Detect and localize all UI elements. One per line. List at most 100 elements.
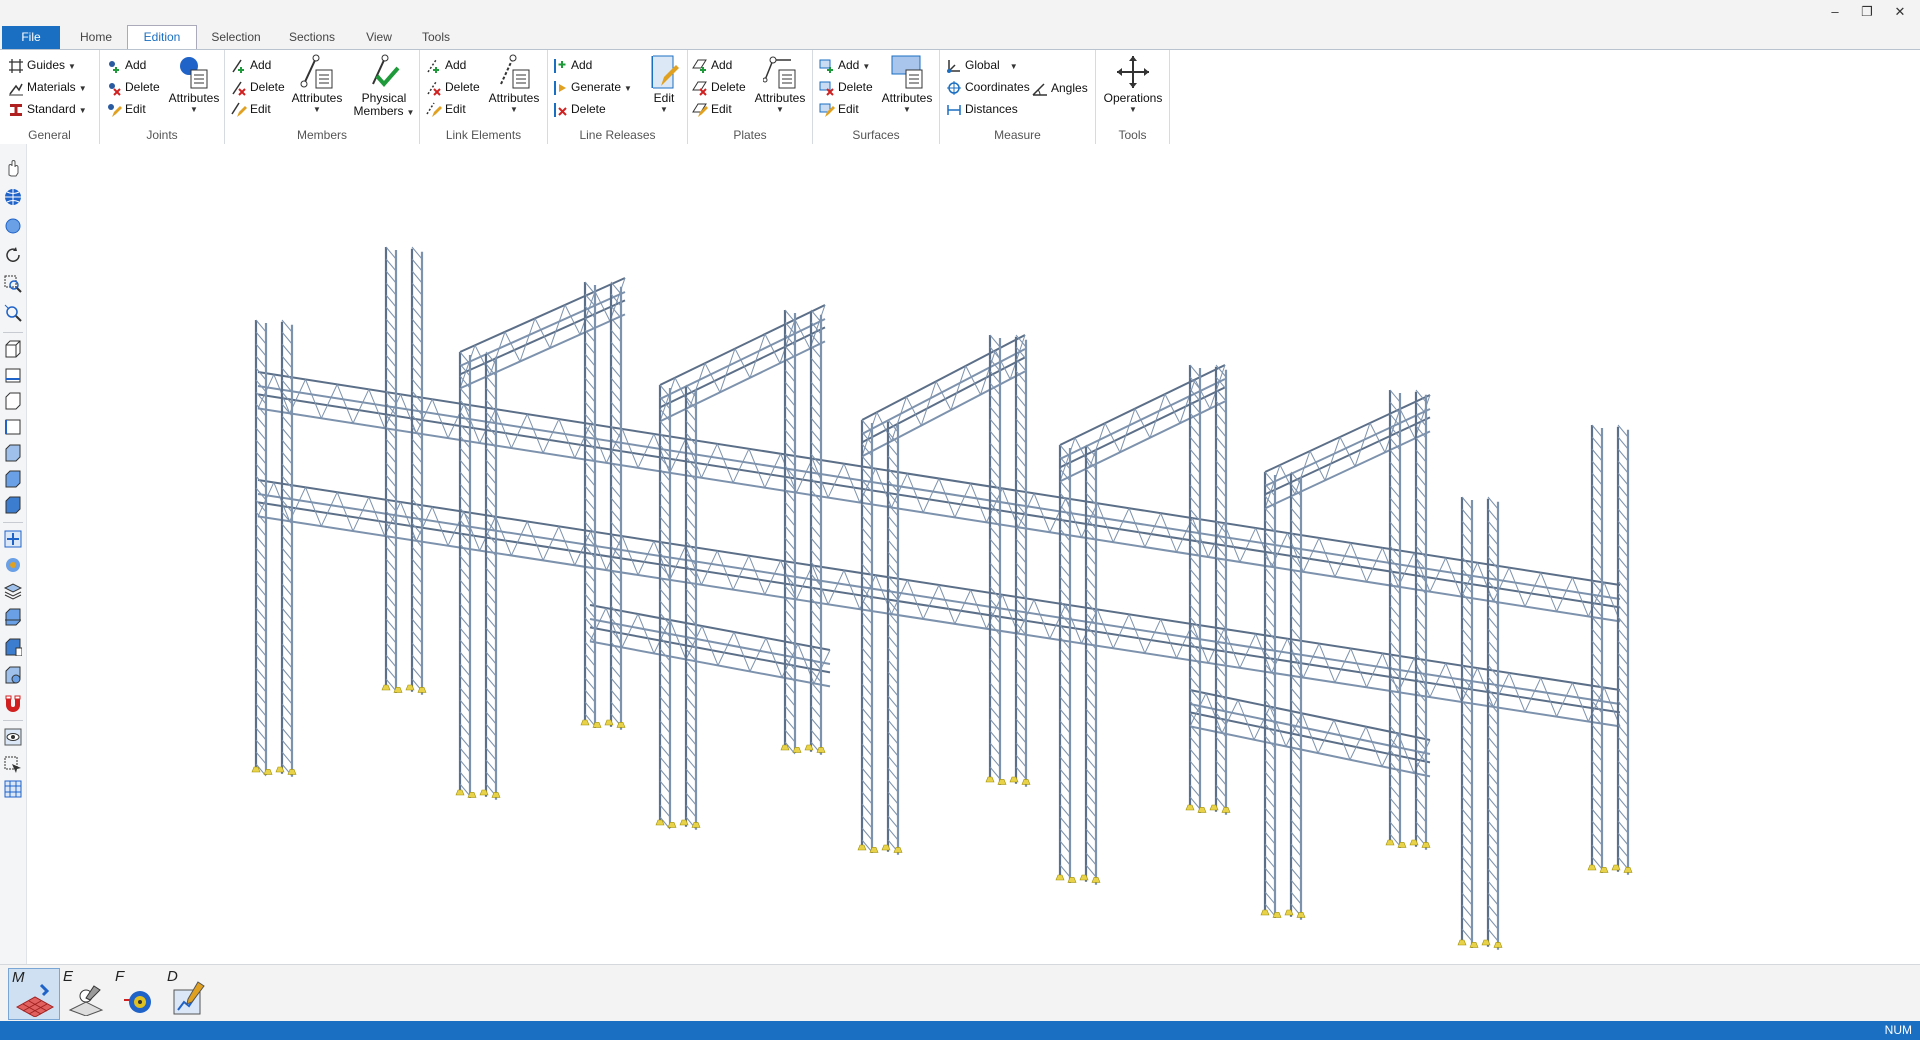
select-pointer-icon[interactable] — [4, 756, 22, 774]
coordinates-button[interactable]: Coordinates — [946, 77, 1030, 97]
close-button[interactable]: ✕ — [1885, 2, 1915, 22]
magnet-snap-icon[interactable] — [4, 694, 22, 712]
distances-icon — [946, 102, 962, 118]
visibility-icon[interactable] — [4, 728, 22, 746]
edit-surface-icon — [819, 102, 835, 118]
global-button[interactable]: Global ▼ — [946, 55, 1018, 75]
joints-attributes-button[interactable]: Attributes ▼ — [164, 54, 224, 114]
tab-edition[interactable]: Edition — [127, 25, 197, 50]
separator — [3, 522, 23, 523]
group-label: Measure — [994, 128, 1041, 142]
add-member-icon — [231, 58, 247, 74]
section-box-icon[interactable] — [4, 608, 22, 626]
edit-link-icon — [426, 102, 442, 118]
tab-selection[interactable]: Selection — [200, 26, 272, 48]
truss-column — [381, 246, 427, 695]
tab-tools[interactable]: Tools — [412, 26, 460, 48]
view-side-icon[interactable] — [4, 392, 22, 410]
joints-delete-button[interactable]: Delete — [106, 77, 160, 97]
joints-add-button[interactable]: Add — [106, 55, 146, 75]
standard-button[interactable]: Standard ▼ — [8, 99, 87, 119]
members-attributes-button[interactable]: Attributes ▼ — [285, 54, 349, 114]
separator — [3, 720, 23, 721]
mode-model[interactable]: M — [8, 968, 60, 1020]
operations-button[interactable]: Operations ▼ — [1098, 54, 1168, 114]
group-label: Surfaces — [852, 128, 900, 142]
grid-select-icon[interactable] — [4, 780, 22, 798]
add-surface-icon — [819, 58, 835, 74]
plates-edit-button[interactable]: Edit — [692, 99, 732, 119]
tab-home[interactable]: Home — [66, 26, 126, 48]
zoom-window-icon[interactable] — [4, 275, 22, 293]
tab-view[interactable]: View — [352, 26, 406, 48]
plates-attributes-button[interactable]: Attributes ▼ — [748, 54, 812, 114]
tab-sections[interactable]: Sections — [278, 26, 346, 48]
surfaces-attributes-button[interactable]: Attributes ▼ — [875, 54, 939, 114]
mode-edition[interactable]: E — [60, 968, 110, 1018]
arch-truss-beam — [659, 304, 826, 423]
surfaces-add-button[interactable]: Add ▼ — [819, 55, 870, 75]
link-add-button[interactable]: Add — [426, 55, 466, 75]
physical-members-button[interactable]: Physical Members ▼ — [351, 54, 417, 119]
plates-add-button[interactable]: Add — [692, 55, 732, 75]
release-delete-button[interactable]: Delete — [552, 99, 606, 119]
truss-structure-3d-model[interactable] — [27, 144, 1920, 964]
surfaces-edit-button[interactable]: Edit — [819, 99, 859, 119]
edit-plate-icon — [692, 102, 708, 118]
ribbon: Guides ▼ Materials ▼ Standard ▼ General Add… — [0, 49, 1920, 145]
mode-forces[interactable]: F — [112, 968, 162, 1018]
view-3d-icon[interactable] — [4, 340, 22, 358]
view-front-icon[interactable] — [4, 366, 22, 384]
edit-release-icon — [647, 54, 681, 90]
mode-design[interactable]: D — [164, 968, 214, 1018]
add-plate-icon — [692, 58, 708, 74]
guides-button[interactable]: Guides ▼ — [8, 55, 76, 75]
distances-button[interactable]: Distances — [946, 99, 1018, 119]
release-generate-button[interactable]: Generate ▼ — [552, 77, 632, 97]
group-surfaces: Add ▼ Delete Edit Attributes ▼ Surfaces — [813, 50, 940, 144]
materials-button[interactable]: Materials ▼ — [8, 77, 87, 97]
group-line-releases: Add Generate ▼ Delete Edit ▼ Line Releases — [548, 50, 688, 144]
view-toolbar — [0, 144, 27, 964]
group-plates: Add Delete Edit Attributes ▼ Plates — [688, 50, 813, 144]
render-settings-icon[interactable] — [4, 556, 22, 574]
joints-edit-button[interactable]: Edit — [106, 99, 146, 119]
edit-joint-icon — [106, 102, 122, 118]
link-attributes-icon — [497, 54, 531, 90]
link-edit-button[interactable]: Edit — [426, 99, 466, 119]
surfaces-delete-button[interactable]: Delete — [819, 77, 873, 97]
link-attributes-button[interactable]: Attributes ▼ — [482, 54, 546, 114]
move-arrows-icon — [1116, 54, 1150, 90]
pan-hand-icon[interactable] — [4, 159, 22, 177]
rotate-icon[interactable] — [4, 246, 22, 264]
view-iso-back-icon[interactable] — [4, 496, 22, 514]
tab-file[interactable]: File — [2, 26, 60, 49]
release-add-button[interactable]: Add — [552, 55, 592, 75]
angles-button[interactable]: Angles — [1032, 78, 1088, 98]
group-label: Joints — [146, 128, 178, 142]
delete-joint-icon — [106, 80, 122, 96]
angles-icon — [1032, 81, 1048, 97]
release-edit-button[interactable]: Edit ▼ — [644, 54, 684, 114]
truss-column — [1587, 424, 1633, 875]
add-joint-icon — [106, 58, 122, 74]
group-link-elements: Add Delete Edit Attributes ▼ Link Element… — [420, 50, 548, 144]
plates-delete-button[interactable]: Delete — [692, 77, 746, 97]
globe-icon[interactable] — [4, 188, 22, 206]
rotate-sphere-icon[interactable] — [4, 217, 22, 235]
view-iso-left-icon[interactable] — [4, 444, 22, 462]
members-add-button[interactable]: Add — [231, 55, 271, 75]
rendering-mode-icon[interactable] — [4, 638, 22, 656]
members-delete-button[interactable]: Delete — [231, 77, 285, 97]
link-delete-button[interactable]: Delete — [426, 77, 480, 97]
zoom-extents-icon[interactable] — [4, 304, 22, 322]
model-viewport[interactable] — [27, 144, 1920, 964]
view-top-icon[interactable] — [4, 418, 22, 436]
members-edit-button[interactable]: Edit — [231, 99, 271, 119]
view-iso-right-icon[interactable] — [4, 470, 22, 488]
shaded-view-icon[interactable] — [4, 666, 22, 684]
minimize-button[interactable]: – — [1820, 2, 1850, 22]
restore-button[interactable]: ❐ — [1852, 2, 1882, 22]
fit-view-icon[interactable] — [4, 530, 22, 548]
layers-icon[interactable] — [4, 582, 22, 600]
